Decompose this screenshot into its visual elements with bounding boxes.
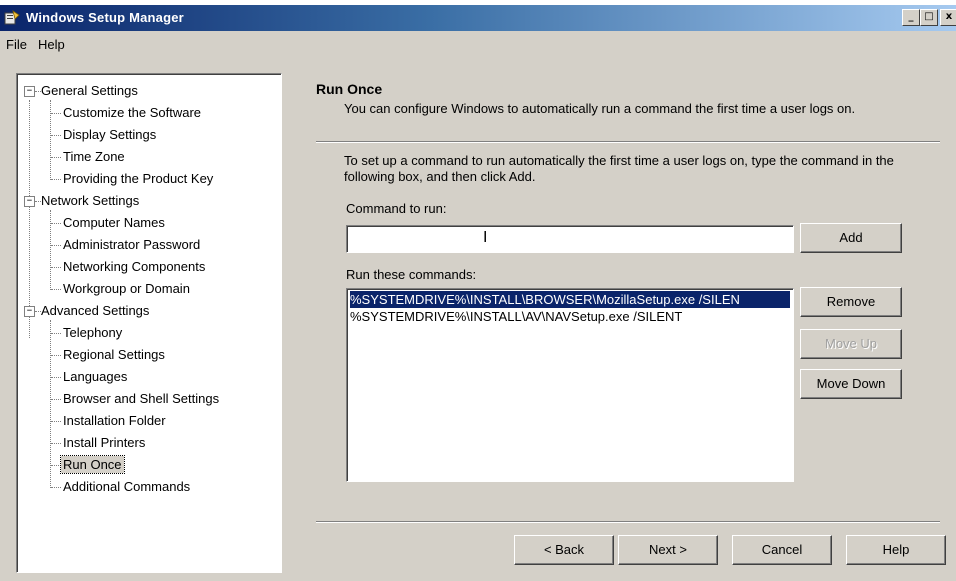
tree-item-time-zone[interactable]: Time Zone <box>63 148 125 165</box>
close-button[interactable]: x <box>940 9 956 26</box>
tree-branch-connector <box>50 100 51 180</box>
tree-item-product-key[interactable]: Providing the Product Key <box>63 170 213 187</box>
tree-connector <box>51 113 61 114</box>
tree-item-workgroup-domain[interactable]: Workgroup or Domain <box>63 280 190 297</box>
expand-advanced-settings-icon[interactable]: − <box>24 306 35 317</box>
tree-branch-connector <box>50 320 51 488</box>
tree-connector <box>51 289 61 290</box>
tree-connector <box>51 245 61 246</box>
menu-file[interactable]: File <box>6 37 27 52</box>
tree-connector <box>51 421 61 422</box>
tree-connector <box>51 179 61 180</box>
header-separator <box>316 141 940 143</box>
tree-connector <box>51 355 61 356</box>
tree-item-additional-commands[interactable]: Additional Commands <box>63 478 190 495</box>
tree-connector <box>51 465 61 466</box>
tree-connector <box>51 267 61 268</box>
tree-branch-connector <box>50 210 51 290</box>
command-label: Command to run: <box>346 201 447 216</box>
page-instructions: To set up a command to run automatically… <box>344 153 894 184</box>
tree-group-general-settings[interactable]: General Settings <box>41 82 138 99</box>
menu-help[interactable]: Help <box>38 37 65 52</box>
tree-item-browser-shell-settings[interactable]: Browser and Shell Settings <box>63 390 219 407</box>
tree-connector <box>51 443 61 444</box>
tree-connector <box>51 399 61 400</box>
tree-item-run-once[interactable]: Run Once <box>60 455 125 474</box>
tree-item-install-printers[interactable]: Install Printers <box>63 434 145 451</box>
tree-item-customize-software[interactable]: Customize the Software <box>63 104 201 121</box>
minimize-button[interactable]: _ <box>902 9 920 26</box>
remove-button[interactable]: Remove <box>800 287 902 317</box>
tree-connector <box>51 157 61 158</box>
tree-group-advanced-settings[interactable]: Advanced Settings <box>41 302 149 319</box>
list-item-selected[interactable]: %SYSTEMDRIVE%\INSTALL\BROWSER\MozillaSet… <box>350 291 790 308</box>
tree-item-networking-components[interactable]: Networking Components <box>63 258 205 275</box>
cancel-button[interactable]: Cancel <box>732 535 832 565</box>
tree-item-administrator-password[interactable]: Administrator Password <box>63 236 200 253</box>
tree-item-languages[interactable]: Languages <box>63 368 127 385</box>
help-button[interactable]: Help <box>846 535 946 565</box>
back-button[interactable]: < Back <box>514 535 614 565</box>
tree-connector <box>51 223 61 224</box>
footer-separator <box>316 521 940 523</box>
commands-list[interactable]: %SYSTEMDRIVE%\INSTALL\BROWSER\MozillaSet… <box>346 288 794 482</box>
menu-bar: File Help <box>0 33 956 55</box>
next-button[interactable]: Next > <box>618 535 718 565</box>
tree-connector <box>51 487 61 488</box>
text-cursor-icon: I <box>483 229 488 246</box>
tree-group-network-settings[interactable]: Network Settings <box>41 192 139 209</box>
expand-network-settings-icon[interactable]: − <box>24 196 35 207</box>
tree-connector <box>51 135 61 136</box>
tree-connector <box>51 377 61 378</box>
tree-root-connector <box>29 100 30 338</box>
tree-item-installation-folder[interactable]: Installation Folder <box>63 412 166 429</box>
page-description: You can configure Windows to automatical… <box>344 101 856 116</box>
window-title: Windows Setup Manager <box>26 10 184 25</box>
setup-manager-window: Windows Setup Manager _ □ x File Help − … <box>0 5 956 581</box>
move-up-button[interactable]: Move Up <box>800 329 902 359</box>
commands-list-label: Run these commands: <box>346 267 477 282</box>
tree-item-regional-settings[interactable]: Regional Settings <box>63 346 165 363</box>
tree-connector <box>51 333 61 334</box>
move-down-button[interactable]: Move Down <box>800 369 902 399</box>
add-button[interactable]: Add <box>800 223 902 253</box>
setup-manager-app-icon <box>4 10 20 25</box>
tree-item-display-settings[interactable]: Display Settings <box>63 126 156 143</box>
list-item[interactable]: %SYSTEMDRIVE%\INSTALL\AV\NAVSetup.exe /S… <box>350 308 682 325</box>
command-input[interactable]: I <box>346 225 794 253</box>
title-bar: Windows Setup Manager _ □ x <box>0 5 956 31</box>
page-title: Run Once <box>316 81 383 97</box>
expand-general-settings-icon[interactable]: − <box>24 86 35 97</box>
tree-item-computer-names[interactable]: Computer Names <box>63 214 165 231</box>
tree-item-telephony[interactable]: Telephony <box>63 324 122 341</box>
settings-tree: − General Settings Customize the Softwar… <box>16 73 282 573</box>
maximize-button[interactable]: □ <box>920 9 938 26</box>
